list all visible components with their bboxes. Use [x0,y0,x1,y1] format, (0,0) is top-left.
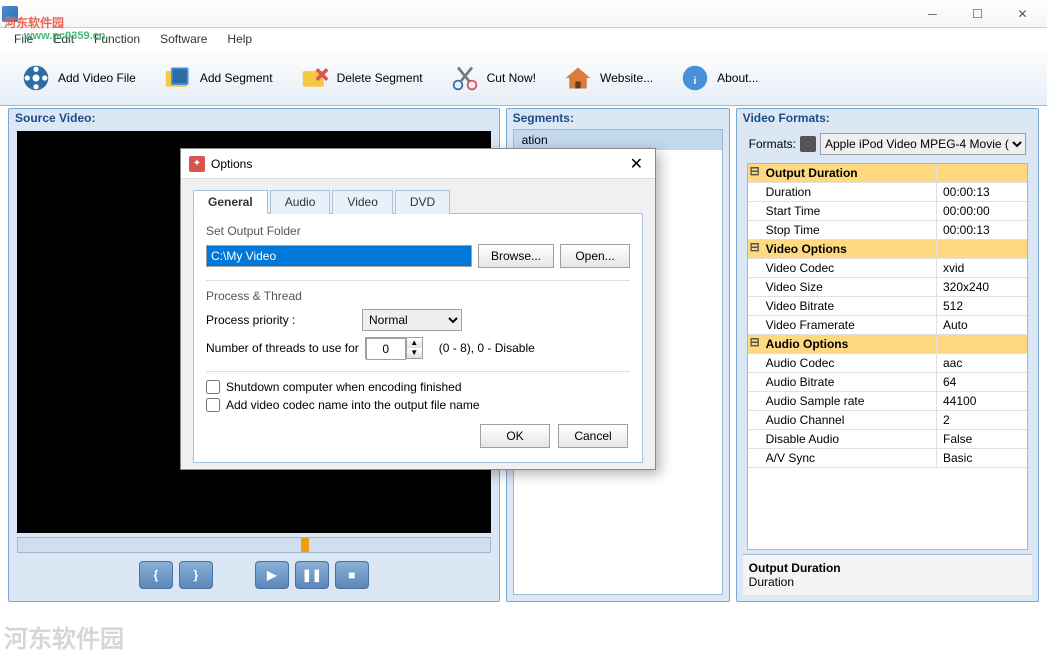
formats-label: Formats: [749,137,796,151]
pause-button[interactable]: ❚❚ [295,561,329,589]
codec-name-checkbox[interactable] [206,398,220,412]
menu-file[interactable]: File [4,30,43,48]
property-row[interactable]: Duration00:00:13 [748,183,1027,202]
property-row[interactable]: Video Bitrate512 [748,297,1027,316]
options-dialog-icon: ✦ [189,156,205,172]
process-priority-select[interactable]: Normal [362,309,462,331]
segment-item[interactable]: ation [514,130,722,150]
mark-out-button[interactable]: } [179,561,213,589]
source-video-title: Source Video: [9,109,499,129]
add-segment-button[interactable]: Add Segment [152,58,283,98]
ok-button[interactable]: OK [480,424,550,448]
property-category[interactable]: ⊟Video Options [748,240,1027,259]
property-row[interactable]: Video FramerateAuto [748,316,1027,335]
close-button[interactable]: ✕ [1000,1,1045,27]
shutdown-checkbox[interactable] [206,380,220,394]
options-tabs: General Audio Video DVD [193,189,643,214]
property-category[interactable]: ⊟Audio Options [748,335,1027,354]
options-dialog: ✦ Options ✕ General Audio Video DVD Set … [180,148,656,470]
maximize-button[interactable]: ☐ [955,1,1000,27]
cancel-button[interactable]: Cancel [558,424,628,448]
delete-segment-button[interactable]: Delete Segment [289,58,433,98]
threads-input[interactable] [366,338,406,360]
play-button[interactable]: ▶ [255,561,289,589]
folder-delete-icon [299,62,331,94]
dialog-title: Options [211,157,626,171]
tab-video[interactable]: Video [332,190,392,214]
open-button[interactable]: Open... [560,244,630,268]
property-row[interactable]: Video Codecxvid [748,259,1027,278]
menu-software[interactable]: Software [150,30,217,48]
spin-up[interactable]: ▲ [407,338,422,348]
stop-button[interactable]: ■ [335,561,369,589]
spin-down[interactable]: ▼ [407,348,422,358]
dialog-titlebar[interactable]: ✦ Options ✕ [181,149,655,179]
info-icon: i [679,62,711,94]
scissors-icon [449,62,481,94]
property-row[interactable]: Start Time00:00:00 [748,202,1027,221]
property-row[interactable]: Stop Time00:00:13 [748,221,1027,240]
property-category[interactable]: ⊟Output Duration [748,164,1027,183]
threads-hint: (0 - 8), 0 - Disable [439,341,535,355]
cut-now-button[interactable]: Cut Now! [439,58,546,98]
shutdown-label: Shutdown computer when encoding finished [226,380,462,394]
output-duration-info: Output Duration Duration [743,554,1032,595]
property-row[interactable]: Audio Bitrate64 [748,373,1027,392]
collapse-icon[interactable]: ⊟ [748,335,762,353]
process-thread-label: Process & Thread [206,289,630,303]
film-reel-icon [20,62,52,94]
menu-function[interactable]: Function [84,30,150,48]
collapse-icon[interactable]: ⊟ [748,164,762,182]
video-formats-panel: Video Formats: Formats: Apple iPod Video… [736,108,1039,602]
formats-select[interactable]: Apple iPod Video MPEG-4 Movie ( [820,133,1026,155]
tab-dvd[interactable]: DVD [395,190,450,214]
menu-help[interactable]: Help [217,30,262,48]
property-grid[interactable]: ⊟Output DurationDuration00:00:13Start Ti… [747,163,1028,550]
codec-name-label: Add video codec name into the output fil… [226,398,480,412]
threads-label: Number of threads to use for [206,341,359,355]
svg-text:i: i [694,75,697,87]
add-video-file-button[interactable]: Add Video File [10,58,146,98]
browse-button[interactable]: Browse... [478,244,554,268]
folder-video-icon [162,62,194,94]
mark-in-button[interactable]: { [139,561,173,589]
menu-edit[interactable]: Edit [43,30,84,48]
property-row[interactable]: Audio Codecaac [748,354,1027,373]
minimize-button[interactable]: ─ [910,1,955,27]
process-priority-label: Process priority : [206,313,356,327]
output-folder-input[interactable] [206,245,472,267]
dialog-close-button[interactable]: ✕ [626,154,647,174]
collapse-icon[interactable]: ⊟ [748,240,762,258]
toolbar: Add Video File Add Segment Delete Segmen… [0,50,1047,106]
segments-title: Segments: [507,109,729,129]
property-row[interactable]: A/V SyncBasic [748,449,1027,468]
video-formats-title: Video Formats: [737,109,1038,129]
website-button[interactable]: Website... [552,58,663,98]
titlebar: ─ ☐ ✕ [0,0,1047,28]
timeline-marker[interactable] [301,538,309,552]
format-device-icon [800,136,816,152]
menubar: File Edit Function Software Help [0,28,1047,50]
property-row[interactable]: Audio Channel2 [748,411,1027,430]
property-row[interactable]: Audio Sample rate44100 [748,392,1027,411]
tab-general[interactable]: General [193,190,268,214]
property-row[interactable]: Video Size320x240 [748,278,1027,297]
timeline-slider[interactable] [17,537,491,553]
set-output-folder-label: Set Output Folder [206,224,630,238]
property-row[interactable]: Disable AudioFalse [748,430,1027,449]
home-icon [562,62,594,94]
threads-spinner[interactable]: ▲▼ [365,337,423,359]
about-button[interactable]: i About... [669,58,768,98]
tab-audio[interactable]: Audio [270,190,331,214]
app-icon [2,6,18,22]
watermark-bottom: 河东软件园 [4,619,124,654]
